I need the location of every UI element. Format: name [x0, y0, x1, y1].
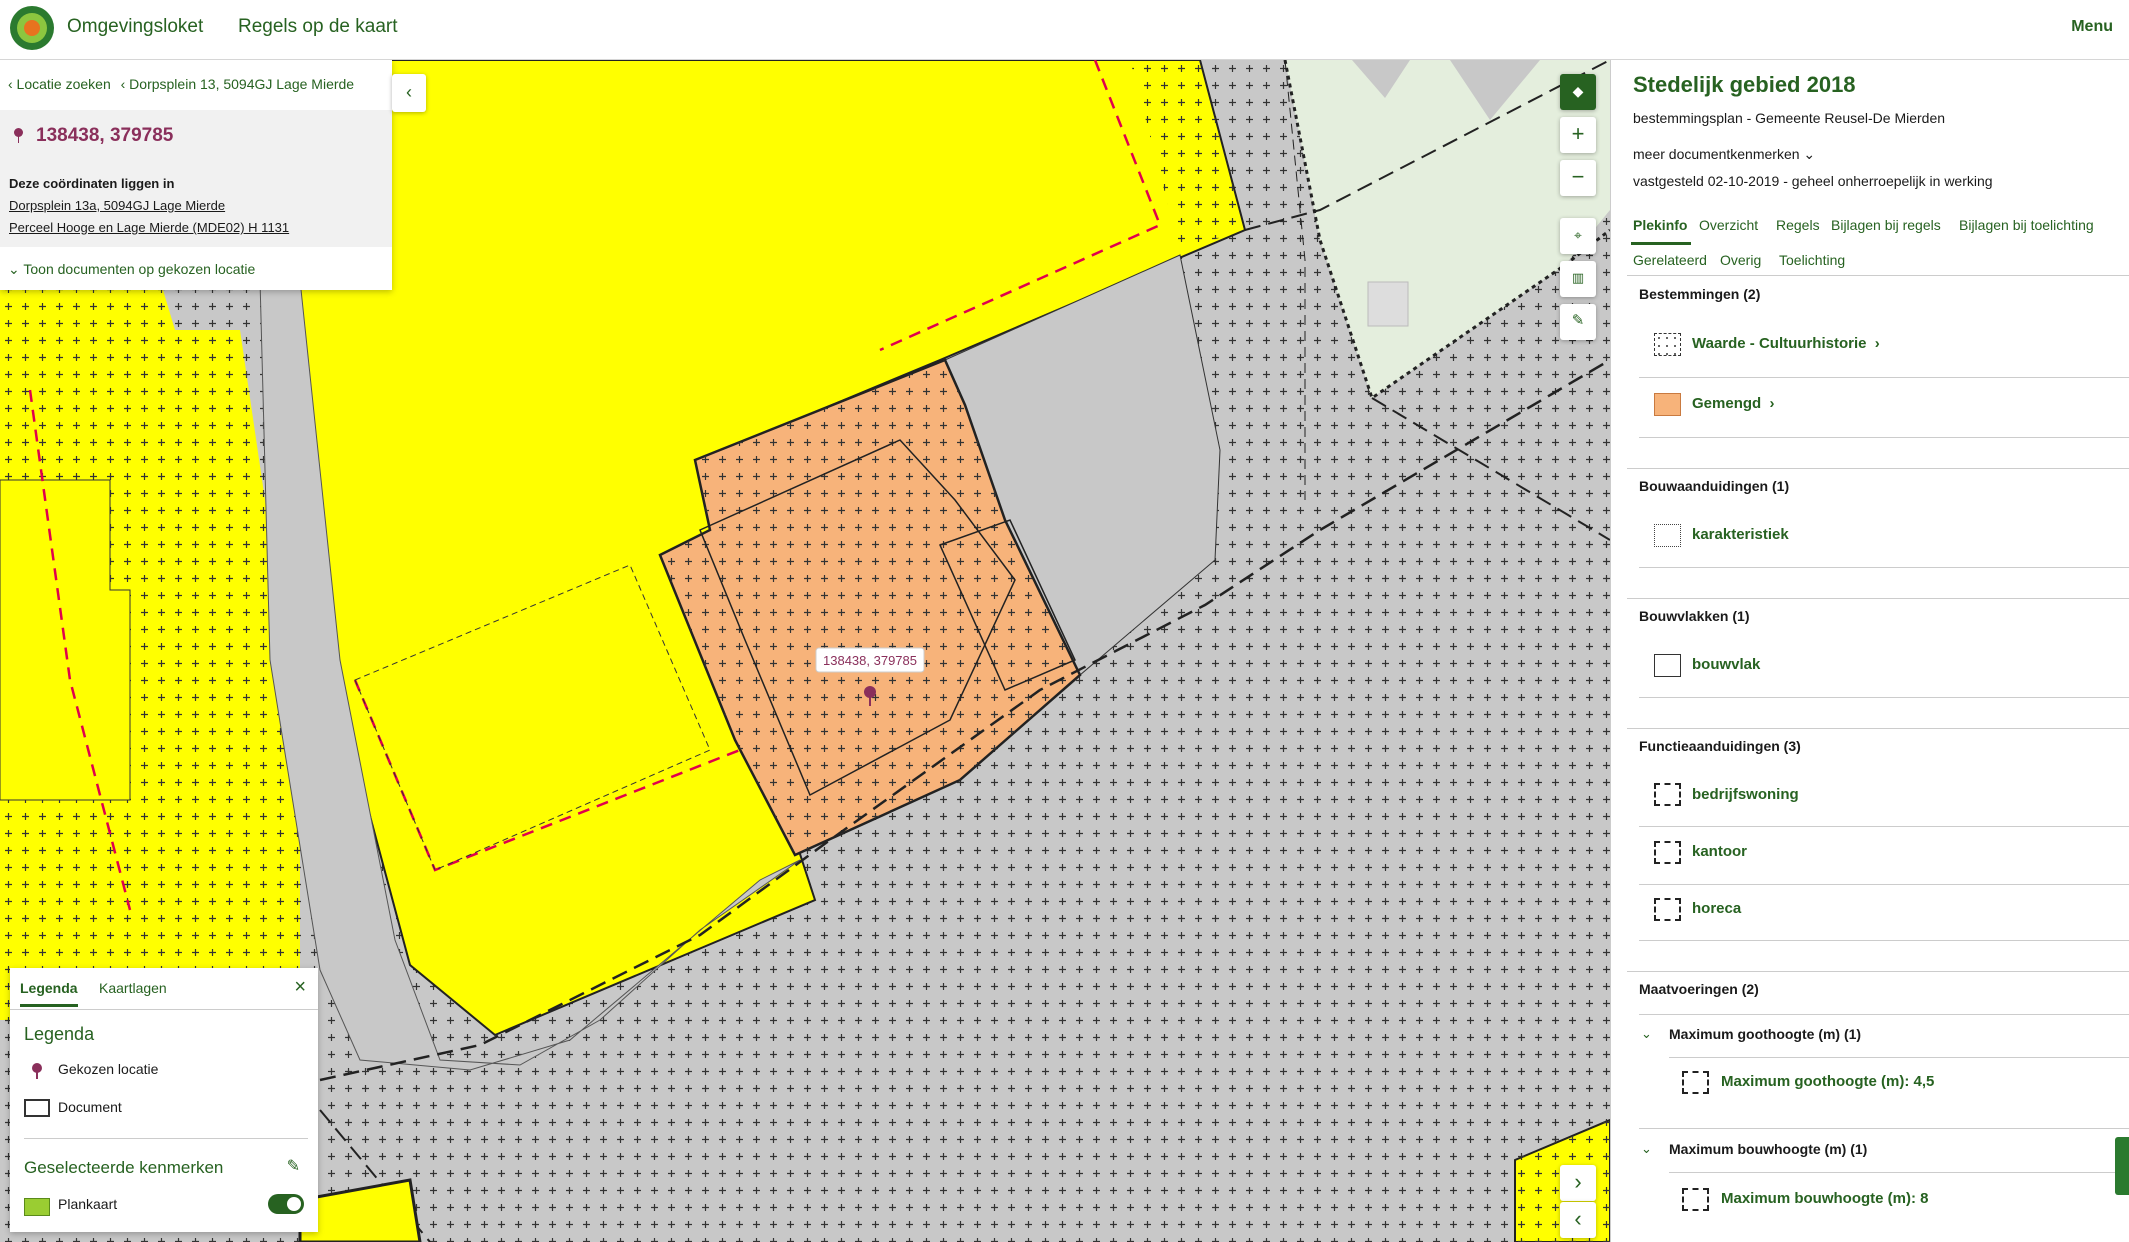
location-pin-icon — [14, 128, 23, 143]
tab-toelichting[interactable]: Toelichting — [1779, 252, 1845, 268]
item-bouwvlak[interactable]: bouwvlak — [1692, 656, 1760, 673]
location-pin-icon — [32, 1063, 42, 1079]
location-card: ‹ Locatie zoeken ‹ Dorpsplein 13, 5094GJ… — [0, 60, 392, 290]
location-info-heading: Deze coördinaten liggen in — [9, 176, 175, 191]
item-horeca[interactable]: horeca — [1692, 900, 1741, 917]
document-status: vastgesteld 02-10-2019 - geheel onherroe… — [1633, 173, 1993, 189]
document-icon — [24, 1099, 50, 1117]
location-coordinates: 138438, 379785 — [36, 125, 174, 146]
layers-icon: ◆ — [1572, 83, 1584, 99]
chevron-down-icon[interactable]: ⌄ — [1641, 1026, 1652, 1042]
measure-button[interactable]: ▥ — [1560, 261, 1596, 297]
pencil-icon[interactable]: ✎ — [287, 1156, 300, 1176]
tab-gerelateerd[interactable]: Gerelateerd — [1633, 252, 1707, 268]
section-functieaanduidingen[interactable]: Functieaanduidingen (3) — [1639, 738, 1801, 754]
brand-link[interactable]: Omgevingsloket — [67, 16, 203, 38]
kantoor-icon — [1654, 841, 1681, 864]
page-title[interactable]: Regels op de kaart — [238, 16, 398, 38]
divider — [10, 1009, 318, 1010]
document-subtitle: bestemmingsplan - Gemeente Reusel-De Mie… — [1633, 110, 1946, 126]
plankaart-icon — [24, 1198, 50, 1216]
divider — [24, 1138, 308, 1139]
minus-icon: − — [1571, 164, 1585, 189]
subsection-bouwhoogte[interactable]: Maximum bouwhoogte (m) (1) — [1669, 1141, 1867, 1157]
plus-icon: + — [1571, 121, 1585, 146]
more-document-properties[interactable]: meer documentkenmerken ⌄ — [1633, 146, 1815, 163]
tab-overig[interactable]: Overig — [1720, 252, 1761, 268]
chevron-right-icon: › — [1866, 335, 1880, 352]
draw-button[interactable]: ✎ — [1560, 304, 1596, 340]
chevron-right-icon: › — [1761, 395, 1775, 412]
tab-overzicht[interactable]: Overzicht — [1699, 217, 1758, 233]
goothoogte-icon — [1682, 1071, 1709, 1094]
section-bestemmingen[interactable]: Bestemmingen (2) — [1639, 286, 1760, 302]
legend-item-location: Gekozen locatie — [58, 1061, 159, 1077]
marker-label: 138438, 379785 — [823, 653, 917, 668]
crumb-locatie-zoeken[interactable]: ‹ Locatie zoeken — [8, 76, 111, 92]
tab-bijlagen-regels[interactable]: Bijlagen bij regels — [1831, 217, 1941, 233]
section-maatvoeringen[interactable]: Maatvoeringen (2) — [1639, 981, 1759, 997]
tab-regels[interactable]: Regels — [1776, 217, 1820, 233]
karakteristiek-icon — [1654, 524, 1681, 547]
section-bouwvlakken[interactable]: Bouwvlakken (1) — [1639, 608, 1749, 624]
divider — [1627, 275, 2129, 276]
zoom-in-button[interactable]: + — [1560, 117, 1596, 153]
feedback-tab[interactable] — [2115, 1137, 2129, 1195]
item-bouwhoogte[interactable]: Maximum bouwhoogte (m): 8 — [1721, 1190, 1929, 1207]
item-waarde-cultuurhistorie[interactable]: Waarde - Cultuurhistorie › — [1692, 335, 1880, 352]
document-title: Stedelijk gebied 2018 — [1633, 72, 1856, 97]
waarde-cultuurhistorie-icon — [1654, 333, 1681, 356]
chevron-left-icon: ‹ — [1574, 1206, 1582, 1231]
gemengd-icon — [1654, 393, 1681, 416]
omgevingsloket-logo[interactable] — [10, 6, 54, 50]
selected-features-heading: Geselecteerde kenmerken — [24, 1158, 224, 1177]
item-karakteristiek[interactable]: karakteristiek — [1692, 526, 1789, 543]
tab-kaartlagen[interactable]: Kaartlagen — [99, 980, 167, 996]
plankaart-toggle[interactable] — [268, 1194, 304, 1214]
subsection-goothoogte[interactable]: Maximum goothoogte (m) (1) — [1669, 1026, 1861, 1042]
breadcrumb: ‹ Locatie zoeken ‹ Dorpsplein 13, 5094GJ… — [8, 76, 360, 92]
location-details: 138438, 379785 Deze coördinaten liggen i… — [0, 110, 392, 247]
tab-legenda[interactable]: Legenda — [20, 980, 78, 1007]
item-bedrijfswoning[interactable]: bedrijfswoning — [1692, 786, 1799, 803]
ruler-icon: ▥ — [1571, 270, 1585, 285]
tab-plekinfo[interactable]: Plekinfo — [1633, 217, 1687, 233]
parcel-link[interactable]: Perceel Hooge en Lage Mierde (MDE02) H 1… — [9, 220, 289, 235]
legend-panel: Legenda Kaartlagen × Legenda Gekozen loc… — [10, 968, 318, 1232]
address-link[interactable]: Dorpsplein 13a, 5094GJ Lage Mierde — [9, 198, 225, 213]
section-bouwaanduidingen[interactable]: Bouwaanduidingen (1) — [1639, 478, 1789, 494]
collapse-card-button[interactable]: ‹ — [392, 74, 426, 112]
legend-heading: Legenda — [24, 1024, 95, 1044]
chevron-right-icon: › — [1574, 1169, 1582, 1194]
prev-button[interactable]: ‹ — [1560, 1202, 1596, 1238]
pencil-icon: ✎ — [1571, 312, 1585, 329]
zoom-out-button[interactable]: − — [1560, 160, 1596, 196]
document-panel: Stedelijk gebied 2018 bestemmingsplan - … — [1610, 60, 2129, 1242]
item-kantoor[interactable]: kantoor — [1692, 843, 1747, 860]
locate-button[interactable]: ⌖ — [1560, 218, 1596, 254]
bouwhoogte-icon — [1682, 1188, 1709, 1211]
app-header: Omgevingsloket Regels op de kaart Menu — [0, 0, 2129, 60]
legend-item-document: Document — [58, 1099, 122, 1115]
next-button[interactable]: › — [1560, 1165, 1596, 1201]
bedrijfswoning-icon — [1654, 783, 1681, 806]
show-documents-toggle[interactable]: ⌄ Toon documenten op gekozen locatie — [8, 261, 255, 278]
menu-button[interactable]: Menu — [2071, 18, 2113, 36]
active-tab-indicator — [1631, 242, 1691, 245]
chevron-left-icon: ‹ — [406, 82, 412, 102]
crosshair-icon: ⌖ — [1574, 227, 1582, 243]
item-gemengd[interactable]: Gemengd › — [1692, 395, 1775, 412]
crumb-address[interactable]: ‹ Dorpsplein 13, 5094GJ Lage Mierde — [121, 76, 354, 92]
item-goothoogte[interactable]: Maximum goothoogte (m): 4,5 — [1721, 1073, 1934, 1090]
chevron-down-icon[interactable]: ⌄ — [1641, 1141, 1652, 1157]
bouwvlak-icon — [1654, 654, 1681, 677]
tab-bijlagen-toelichting[interactable]: Bijlagen bij toelichting — [1959, 217, 2094, 233]
legend-item-plankaart: Plankaart — [58, 1196, 118, 1212]
layers-button[interactable]: ◆ — [1560, 74, 1596, 110]
horeca-icon — [1654, 898, 1681, 921]
close-icon[interactable]: × — [294, 976, 306, 999]
